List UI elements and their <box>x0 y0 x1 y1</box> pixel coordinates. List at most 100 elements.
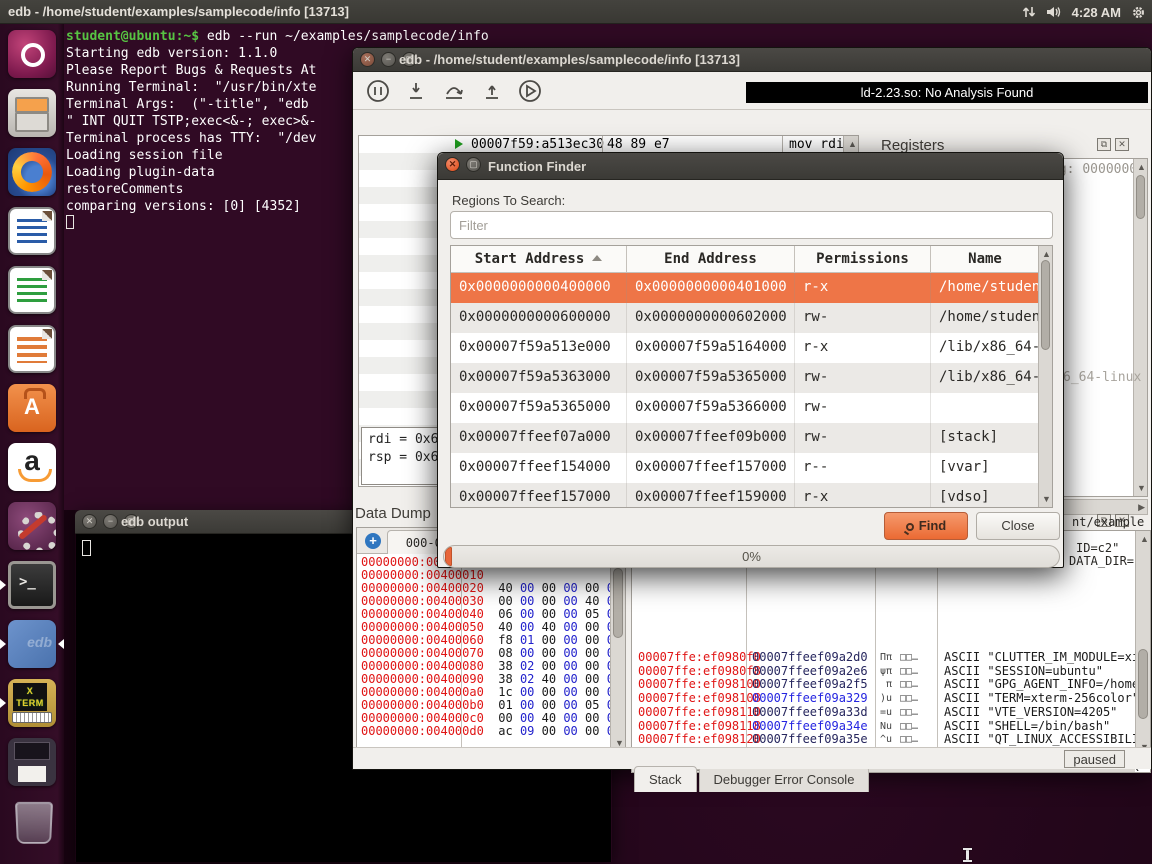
stack-vscrollbar[interactable]: ▲ ▼ <box>1135 531 1150 755</box>
dock-trash-icon[interactable] <box>8 797 56 845</box>
dock-xterm-icon[interactable] <box>8 679 56 727</box>
region-row[interactable]: 0x00007ffeef1540000x00007ffeef157000r--[… <box>451 453 1052 483</box>
cell: r-x <box>795 273 931 303</box>
regions-table: Start AddressEnd AddressPermissionsName … <box>450 245 1053 508</box>
cell: 0x00007f59a513e000 <box>451 333 627 363</box>
desktop: student@ubuntu:~$ edb --run ~/examples/s… <box>0 0 1152 864</box>
disassembly-row[interactable]: 00007f59:a513ec3048 89 e7mov rdi <box>359 136 858 153</box>
gear-icon[interactable] <box>1131 5 1146 20</box>
dock-terminal-icon[interactable] <box>8 561 56 609</box>
search-progress-bar: 0% <box>443 545 1060 568</box>
stack-row[interactable]: 00007ffe:ef09810000007ffeef09a2f5 π□□…AS… <box>632 678 1150 691</box>
cell: 0x00007f59a5164000 <box>627 333 795 363</box>
paused-badge: paused <box>1064 750 1125 768</box>
data-dump-hex-view[interactable]: 00000000:00400000 00000000:00400010 0000… <box>357 554 610 751</box>
column-header-start-address[interactable]: Start Address <box>451 246 627 273</box>
stack-row[interactable]: 00007ffe:ef0980f000007ffeef09a2d0Ππ□□…AS… <box>632 651 1150 664</box>
top-panel-title: edb - /home/student/examples/samplecode/… <box>8 4 349 19</box>
stack-row[interactable]: 00007ffe:ef09811000007ffeef09a33d=u□□…AS… <box>632 706 1150 719</box>
dock-ubuntu-launcher-icon[interactable] <box>8 30 56 78</box>
tab-debugger-error-console[interactable]: Debugger Error Console <box>699 766 870 792</box>
data-dump-dock-title[interactable]: Data Dump <box>355 505 431 522</box>
cell: 0x0000000000600000 <box>451 303 627 333</box>
edb-window-title: edb - /home/student/examples/samplecode/… <box>353 52 1151 67</box>
terminal-prompt: student@ubuntu:~$ <box>66 29 199 44</box>
dock-amazon-icon[interactable] <box>8 443 56 491</box>
edb-toolbar: ld-2.23.so: No Analysis Found <box>353 72 1151 110</box>
dialog-titlebar[interactable]: ✕ ▢ Function Finder <box>438 153 1063 180</box>
cell: /home/studen… <box>931 273 1040 303</box>
cell: 0x00007ffeef09b000 <box>627 423 795 453</box>
network-arrows-icon[interactable] <box>1022 5 1036 19</box>
column-header-name[interactable]: Name <box>931 246 1040 273</box>
tab-stack[interactable]: Stack <box>634 766 697 792</box>
table-vscrollbar[interactable]: ▲ ▼ <box>1038 246 1052 507</box>
cell: 0x00007ffeef07a000 <box>451 423 627 453</box>
cell: 0x00007ffeef154000 <box>451 453 627 483</box>
region-row[interactable]: 0x00007f59a53630000x00007f59a5365000rw-/… <box>451 363 1052 393</box>
stack-row[interactable]: 00007ffe:ef09810800007ffeef09a329)u□□…AS… <box>632 692 1150 705</box>
dock-ubuntu-software-icon[interactable] <box>8 384 56 432</box>
function-finder-dialog: ✕ ▢ Function Finder Regions To Search: S… <box>437 152 1064 568</box>
pause-icon[interactable] <box>365 78 391 104</box>
cell: [vvar] <box>931 453 1040 483</box>
dock-libreoffice-impress-icon[interactable] <box>8 325 56 373</box>
step-over-icon[interactable] <box>441 78 467 104</box>
cell: rw- <box>795 303 931 333</box>
filter-input[interactable] <box>450 211 1053 239</box>
analysis-status-bar: ld-2.23.so: No Analysis Found <box>746 82 1148 103</box>
region-row[interactable]: 0x00007f59a513e0000x00007f59a5164000r-x/… <box>451 333 1052 363</box>
dock-files-icon[interactable] <box>8 89 56 137</box>
cell: /lib/x86_64-… <box>931 363 1040 393</box>
cell: [vdso] <box>931 483 1040 508</box>
region-row[interactable]: 0x00007f59a53650000x00007f59a5366000rw- <box>451 393 1052 423</box>
stack-row[interactable]: 00007ffe:ef0980f800007ffeef09a2e6ψπ□□…AS… <box>632 665 1150 678</box>
registers-covered-text: 6_64-linux <box>1063 370 1141 385</box>
step-out-icon[interactable] <box>479 78 505 104</box>
step-into-icon[interactable] <box>403 78 429 104</box>
edb-titlebar[interactable]: ✕ − ▢ edb - /home/student/examples/sampl… <box>353 48 1151 72</box>
data-dump-row[interactable]: 00000000:004000d0 ac 09 00 00 00 00 <box>361 725 610 738</box>
cell: rw- <box>795 393 931 423</box>
clock[interactable]: 4:28 AM <box>1072 5 1121 20</box>
column-header-permissions[interactable]: Permissions <box>795 246 931 273</box>
cell: [stack] <box>931 423 1040 453</box>
close-panel-icon[interactable]: ✕ <box>1115 138 1129 151</box>
cell: /home/studen… <box>931 303 1040 333</box>
dock-edb-icon[interactable] <box>8 620 56 668</box>
cell: 0x00007ffeef159000 <box>627 483 795 508</box>
cell: 0x00007ffeef157000 <box>451 483 627 508</box>
dock-libreoffice-writer-icon[interactable] <box>8 207 56 255</box>
registers-vscrollbar[interactable]: ▲ ▼ <box>1133 159 1147 496</box>
stack-ascii-fragment: DATA_DIR= <box>1069 554 1134 568</box>
region-row[interactable]: 0x00000000006000000x0000000000602000rw-/… <box>451 303 1052 333</box>
dock-firefox-icon[interactable] <box>8 148 56 196</box>
cell <box>931 393 1040 423</box>
region-row[interactable]: 0x00007ffeef07a0000x00007ffeef09b000rw-[… <box>451 423 1052 453</box>
table-header: Start AddressEnd AddressPermissionsName <box>451 246 1052 273</box>
dock-system-settings-icon[interactable] <box>8 502 56 550</box>
cell: 0x00007f59a5366000 <box>627 393 795 423</box>
terminal-cursor <box>82 540 91 556</box>
data-dump-vscrollbar[interactable]: ▼ <box>610 554 625 751</box>
cell: 0x00007f59a5363000 <box>451 363 627 393</box>
add-tab-icon[interactable]: + <box>365 533 381 549</box>
running-indicator <box>0 580 6 590</box>
column-header-end-address[interactable]: End Address <box>627 246 795 273</box>
top-panel: edb - /home/student/examples/samplecode/… <box>0 0 1152 24</box>
cell: r-x <box>795 333 931 363</box>
run-icon[interactable] <box>517 78 543 104</box>
dock-libreoffice-calc-icon[interactable] <box>8 266 56 314</box>
region-row[interactable]: 0x00007ffeef1570000x00007ffeef159000r-x[… <box>451 483 1052 508</box>
mouse-cursor-ibeam <box>966 848 969 862</box>
volume-icon[interactable] <box>1046 5 1062 19</box>
cell: r-x <box>795 483 931 508</box>
stack-row[interactable]: 00007ffe:ef09811800007ffeef09a34eNu□□…AS… <box>632 720 1150 733</box>
region-row[interactable]: 0x00000000004000000x0000000000401000r-x/… <box>451 273 1052 303</box>
find-button[interactable]: Find <box>884 512 968 540</box>
float-panel-icon[interactable]: ⧉ <box>1097 138 1111 151</box>
stack-row[interactable]: 00007ffe:ef09812000007ffeef09a35e^u□□…AS… <box>632 733 1150 746</box>
dock-floppy-icon[interactable] <box>8 738 56 786</box>
close-button[interactable]: Close <box>976 512 1060 540</box>
cell: 0x00007ffeef157000 <box>627 453 795 483</box>
